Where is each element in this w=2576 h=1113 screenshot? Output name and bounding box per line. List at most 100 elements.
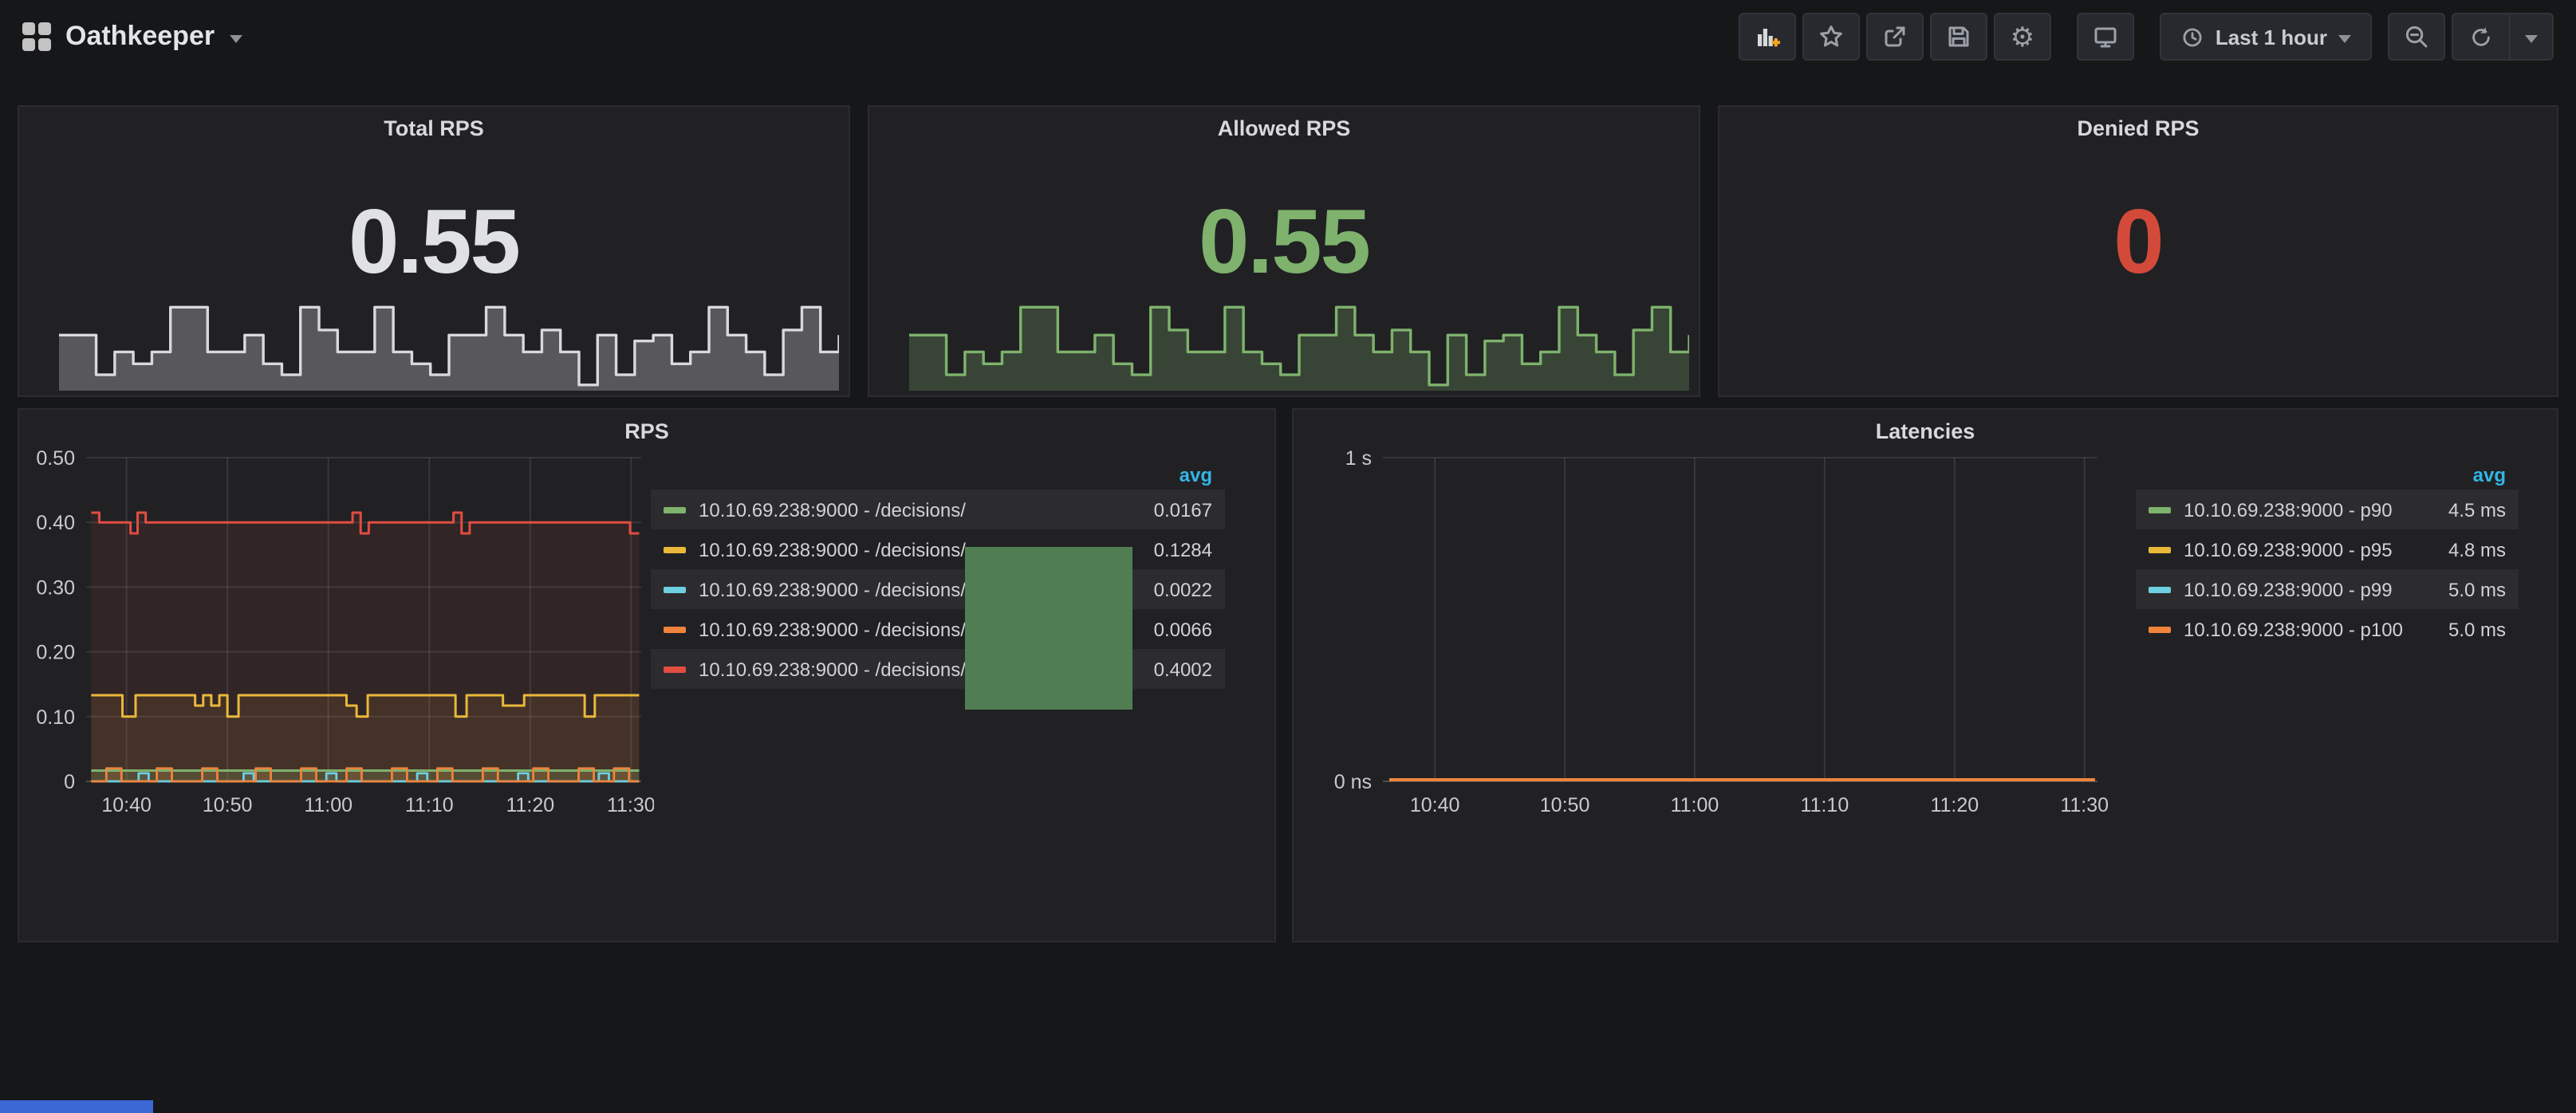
rps-chart-plot[interactable]: 10:4010:5011:0011:1011:2011:3000.100.200… xyxy=(32,445,654,828)
cycle-view-mode-button[interactable] xyxy=(2077,13,2134,61)
series-label: 10.10.69.238:9000 - p99 xyxy=(2184,578,2423,600)
legend-row[interactable]: 10.10.69.238:9000 - /decisions/ 0.4002 xyxy=(651,649,1225,689)
legend-row[interactable]: 10.10.69.238:9000 - /decisions/ 0.0167 xyxy=(651,490,1225,529)
grafana-dashboard: Oathkeeper xyxy=(0,0,2576,1113)
y-tick-label: 0 ns xyxy=(1334,771,1372,793)
latencies-legend: avg 10.10.69.238:9000 - p90 4.5 ms 10.10… xyxy=(2136,464,2519,649)
settings-button[interactable]: ⚙ xyxy=(1994,13,2051,61)
series-avg-value: 4.5 ms xyxy=(2423,498,2506,521)
time-range-label: Last 1 hour xyxy=(2216,25,2327,49)
stat-value-denied-rps: 0 xyxy=(1719,198,2557,289)
star-button[interactable] xyxy=(1802,13,1860,61)
panel-latencies-chart: Latencies 10:4010:5011:0011:1011:2011:30… xyxy=(1292,408,2558,942)
y-tick-label: 0.50 xyxy=(36,447,75,470)
series-fill xyxy=(91,513,639,781)
panel-title-allowed-rps[interactable]: Allowed RPS xyxy=(869,116,1699,140)
refresh-split-button xyxy=(2452,13,2554,61)
add-panel-button[interactable] xyxy=(1739,13,1796,61)
legend-header-row: avg xyxy=(651,464,1225,490)
series-color-swatch xyxy=(664,666,686,672)
gear-icon: ⚙ xyxy=(2011,23,2035,50)
y-tick-label: 0.40 xyxy=(36,512,75,534)
clock-icon xyxy=(2180,25,2204,49)
refresh-button[interactable] xyxy=(2453,14,2509,59)
legend-row[interactable]: 10.10.69.238:9000 - p100 5.0 ms xyxy=(2136,609,2519,649)
add-panel-icon xyxy=(1755,24,1780,49)
y-tick-label: 0.10 xyxy=(36,706,75,729)
share-icon xyxy=(1882,24,1908,49)
x-tick-label: 10:50 xyxy=(1540,794,1590,816)
y-tick-label: 0 xyxy=(64,771,75,793)
x-tick-label: 11:20 xyxy=(1930,794,1979,816)
legend-row[interactable]: 10.10.69.238:9000 - p90 4.5 ms xyxy=(2136,490,2519,529)
x-tick-label: 11:00 xyxy=(304,794,353,816)
stat-value-total-rps: 0.55 xyxy=(19,198,849,289)
panel-allowed-rps: Allowed RPS 0.55 xyxy=(868,105,1700,397)
x-tick-label: 11:00 xyxy=(1671,794,1719,816)
series-avg-value: 5.0 ms xyxy=(2423,618,2506,640)
legend-avg-header[interactable]: avg xyxy=(1180,464,1212,490)
panel-title-rps[interactable]: RPS xyxy=(19,419,1274,443)
zoom-out-icon xyxy=(2404,24,2429,49)
series-color-swatch xyxy=(664,626,686,632)
series-color-swatch xyxy=(2149,586,2171,592)
series-avg-value: 0.0066 xyxy=(1129,618,1212,640)
zoom-out-button[interactable] xyxy=(2388,13,2445,61)
panel-denied-rps: Denied RPS 0 xyxy=(1718,105,2558,397)
star-icon xyxy=(1818,24,1844,49)
x-tick-label: 10:40 xyxy=(1410,794,1460,816)
series-color-swatch xyxy=(664,586,686,592)
legend-row[interactable]: 10.10.69.238:9000 - /decisions/ 0.1284 xyxy=(651,529,1225,569)
total-rps-sparkline xyxy=(59,300,839,391)
panel-title-denied-rps[interactable]: Denied RPS xyxy=(1719,116,2557,140)
refresh-interval-dropdown[interactable] xyxy=(2509,14,2552,59)
save-icon xyxy=(1946,24,1971,49)
series-color-swatch xyxy=(2149,506,2171,513)
share-button[interactable] xyxy=(1866,13,1924,61)
series-color-swatch xyxy=(664,546,686,553)
dashboard-title[interactable]: Oathkeeper xyxy=(65,21,215,53)
latencies-chart-plot[interactable]: 10:4010:5011:0011:1011:2011:300 ns1 s xyxy=(1306,445,2152,828)
stat-value-allowed-rps: 0.55 xyxy=(869,198,1699,289)
series-label: 10.10.69.238:9000 - p100 xyxy=(2184,618,2423,640)
allowed-rps-sparkline xyxy=(909,300,1689,391)
legend-row[interactable]: 10.10.69.238:9000 - p99 5.0 ms xyxy=(2136,569,2519,609)
legend-avg-header[interactable]: avg xyxy=(2473,464,2506,490)
x-tick-label: 11:30 xyxy=(607,794,654,816)
y-tick-label: 0.30 xyxy=(36,576,75,599)
dashboard-grid-icon[interactable] xyxy=(22,22,51,51)
x-tick-label: 10:40 xyxy=(101,794,152,816)
series-color-swatch xyxy=(2149,626,2171,632)
y-tick-label: 1 s xyxy=(1345,447,1372,470)
panel-rps-chart: RPS 10:4010:5011:0011:1011:2011:3000.100… xyxy=(18,408,1276,942)
panel-total-rps: Total RPS 0.55 xyxy=(18,105,850,397)
legend-row[interactable]: 10.10.69.238:9000 - p95 4.8 ms xyxy=(2136,529,2519,569)
x-tick-label: 11:10 xyxy=(1801,794,1849,816)
monitor-icon xyxy=(2093,24,2118,49)
series-label: 10.10.69.238:9000 - p90 xyxy=(2184,498,2423,521)
series-color-swatch xyxy=(664,506,686,513)
y-tick-label: 0.20 xyxy=(36,642,75,664)
series-avg-value: 0.4002 xyxy=(1129,658,1212,680)
legend-redaction-overlay xyxy=(965,547,1132,710)
series-label: 10.10.69.238:9000 - /decisions/ xyxy=(699,498,1129,521)
refresh-chevron-icon xyxy=(2525,35,2538,43)
series-avg-value: 4.8 ms xyxy=(2423,538,2506,560)
bottom-left-accent-bar xyxy=(0,1100,153,1113)
x-tick-label: 11:10 xyxy=(405,794,454,816)
panel-title-total-rps[interactable]: Total RPS xyxy=(19,116,849,140)
dashboard-chevron-down-icon[interactable] xyxy=(229,35,242,43)
time-range-chevron-icon xyxy=(2338,35,2351,43)
x-tick-label: 10:50 xyxy=(203,794,253,816)
series-avg-value: 0.0022 xyxy=(1129,578,1212,600)
rps-legend: avg 10.10.69.238:9000 - /decisions/ 0.01… xyxy=(651,464,1225,689)
time-range-picker[interactable]: Last 1 hour xyxy=(2160,13,2372,61)
legend-header-row: avg xyxy=(2136,464,2519,490)
series-avg-value: 0.1284 xyxy=(1129,538,1212,560)
save-button[interactable] xyxy=(1930,13,1987,61)
panel-title-latencies[interactable]: Latencies xyxy=(1294,419,2557,443)
legend-row[interactable]: 10.10.69.238:9000 - /decisions/ 0.0022 xyxy=(651,569,1225,609)
series-color-swatch xyxy=(2149,546,2171,553)
legend-row[interactable]: 10.10.69.238:9000 - /decisions/ 0.0066 xyxy=(651,609,1225,649)
dashboard-toolbar: ⚙ Last 1 hour xyxy=(1732,13,2554,61)
